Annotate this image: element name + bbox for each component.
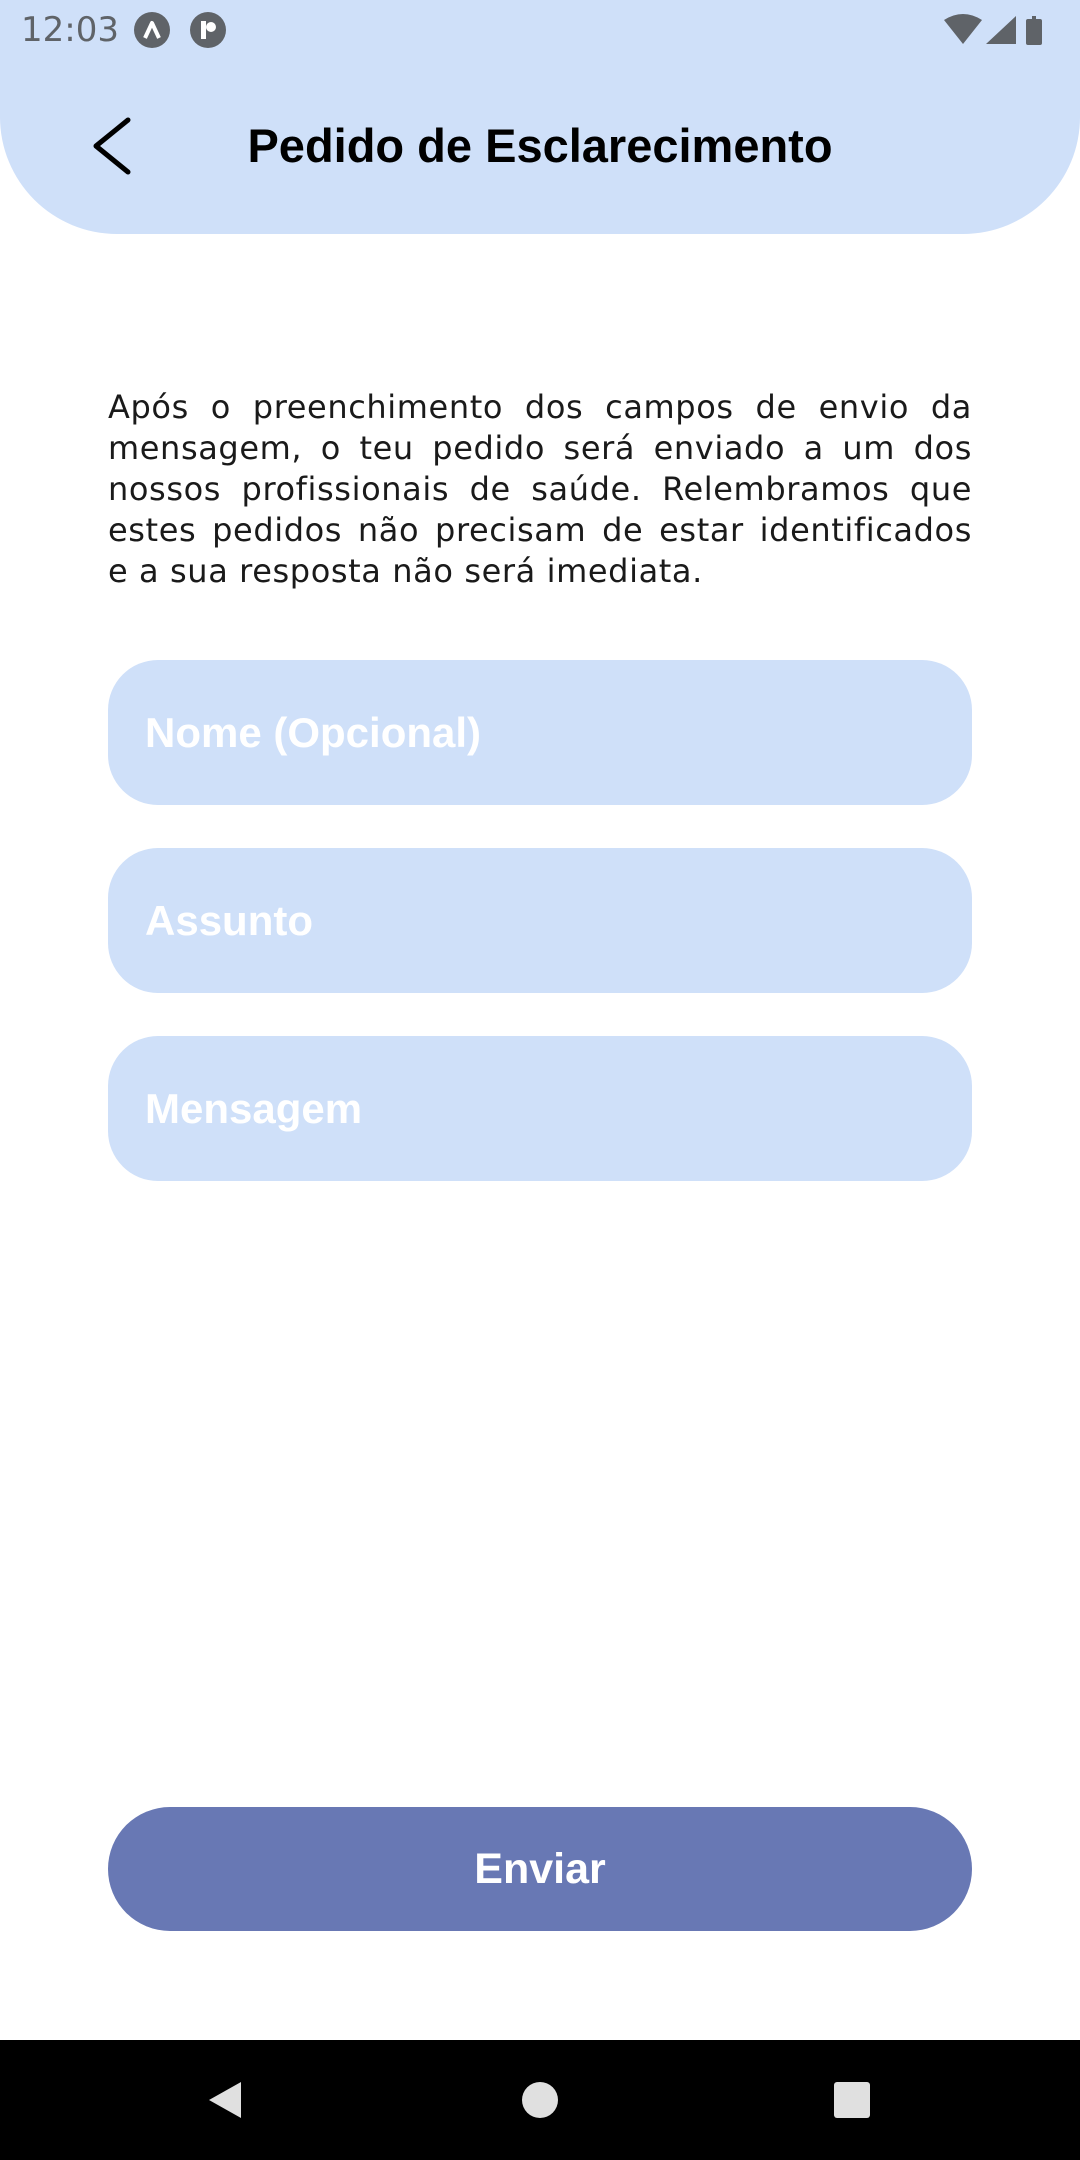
app-p-icon [190, 12, 226, 48]
submit-button[interactable]: Enviar [108, 1807, 972, 1931]
app-header: 12:03 Pedido de Esclarecimento [0, 0, 1080, 234]
wifi-icon [944, 14, 982, 44]
nav-home-button[interactable] [480, 2040, 600, 2160]
battery-icon [1026, 16, 1042, 45]
page-title: Pedido de Esclarecimento [247, 119, 833, 172]
nav-recents-icon [834, 2082, 870, 2118]
app-a-icon [134, 12, 170, 48]
name-field[interactable] [108, 660, 972, 805]
screen: 12:03 Pedido de Esclarecimento Após o pr… [0, 0, 1080, 2160]
nav-back-icon [209, 2082, 241, 2118]
intro-text: Após o preenchimento dos campos de envio… [108, 388, 972, 590]
subject-input[interactable] [145, 896, 972, 945]
message-input[interactable] [145, 1084, 972, 1133]
signal-icon [986, 16, 1016, 44]
nav-recents-button[interactable] [792, 2040, 912, 2160]
message-field[interactable] [108, 1036, 972, 1181]
name-input[interactable] [145, 708, 972, 757]
status-icons [942, 12, 1062, 48]
nav-back-button[interactable] [165, 2040, 285, 2160]
nav-home-icon [522, 2082, 558, 2118]
status-time: 12:03 [21, 10, 119, 50]
subject-field[interactable] [108, 848, 972, 993]
status-bar: 12:03 [0, 0, 1080, 60]
navigation-bar [0, 2040, 1080, 2160]
